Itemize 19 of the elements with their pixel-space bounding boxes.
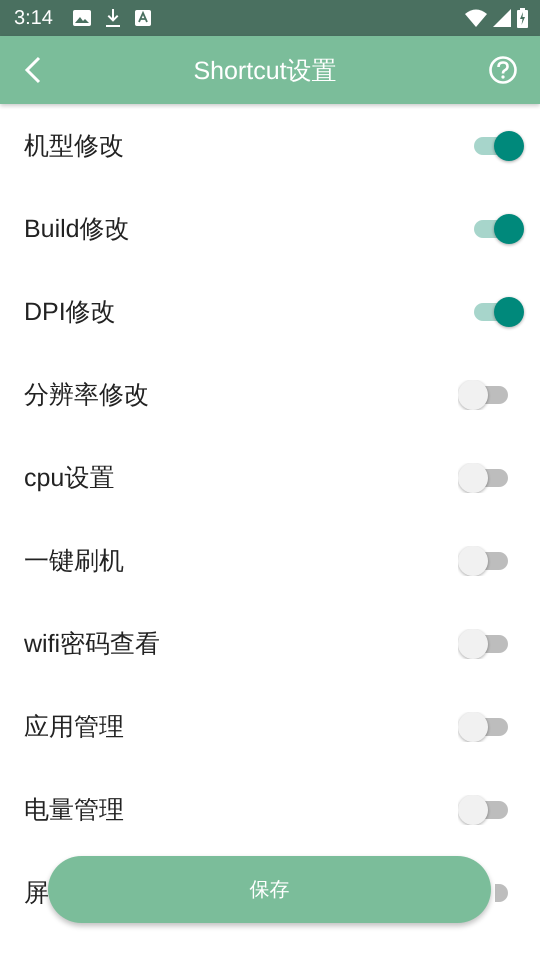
setting-label: Build修改	[24, 214, 130, 245]
setting-label: DPI修改	[24, 297, 116, 328]
wifi-icon	[465, 9, 487, 27]
setting-label: 一键刷机	[24, 546, 124, 577]
image-icon	[72, 10, 91, 26]
download-icon	[104, 9, 121, 27]
setting-label: 分辨率修改	[24, 380, 149, 411]
battery-icon	[517, 8, 528, 28]
keyboard-icon	[134, 10, 151, 26]
setting-label: cpu设置	[24, 463, 114, 494]
setting-label: 电量管理	[24, 795, 124, 826]
setting-label: wifi密码查看	[24, 629, 160, 660]
save-button[interactable]: 保存	[48, 856, 491, 923]
setting-label: 应用管理	[24, 712, 124, 743]
setting-label: 屏	[24, 878, 49, 909]
status-time: 3:14	[14, 6, 53, 30]
screen-title: Shortcut设置	[193, 56, 337, 86]
signal-icon	[493, 9, 511, 27]
setting-label: 机型修改	[24, 131, 124, 162]
